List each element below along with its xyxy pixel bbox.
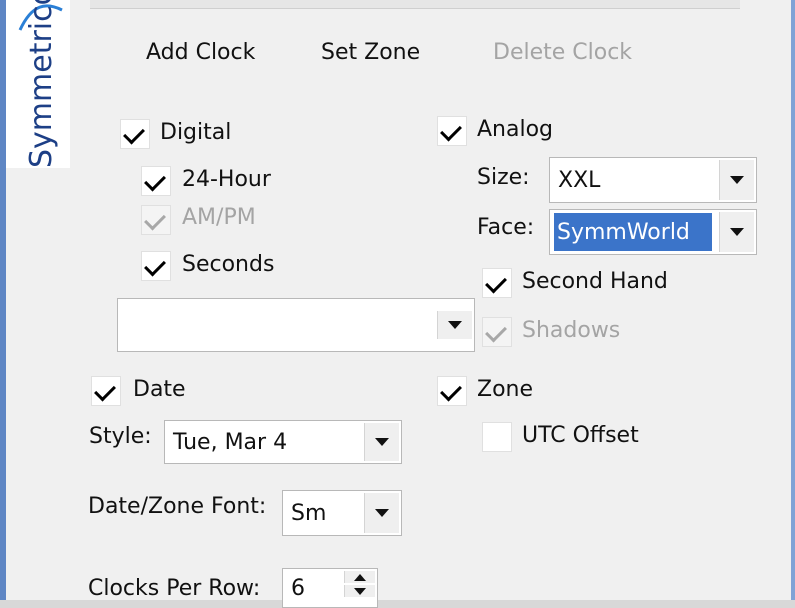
date-checkbox[interactable] [91, 376, 121, 406]
24-hour-checkbox[interactable] [141, 166, 171, 196]
checkmark-icon [144, 208, 166, 231]
delete-clock-button[interactable]: Delete Clock [493, 40, 632, 65]
spin-down-button[interactable] [344, 585, 375, 597]
set-zone-label: Set Zone [321, 40, 421, 65]
logo-panel: Symmetricom [6, 0, 70, 168]
chevron-down-icon [375, 509, 389, 517]
date-label: Date [133, 377, 186, 402]
chevron-up-icon [354, 573, 366, 581]
24-hour-label: 24-Hour [182, 167, 271, 192]
digital-checkbox[interactable] [120, 119, 150, 149]
date-zone-font-dropdown[interactable]: Sm [282, 490, 402, 536]
digital-font-dropdown[interactable] [117, 298, 475, 352]
dropdown-button[interactable] [437, 311, 472, 339]
style-label: Style: [89, 424, 152, 449]
checkmark-icon [123, 122, 145, 145]
checkmark-icon [94, 379, 116, 402]
seconds-checkbox[interactable] [141, 251, 171, 281]
ampm-checkbox[interactable] [141, 205, 171, 235]
seconds-label: Seconds [182, 252, 275, 277]
checkmark-icon [144, 169, 166, 192]
size-label: Size: [477, 165, 530, 190]
set-zone-button[interactable]: Set Zone [321, 40, 420, 65]
date-style-value: Tue, Mar 4 [173, 429, 288, 455]
add-clock-label: Add Clock [146, 40, 256, 65]
analog-checkbox[interactable] [437, 116, 467, 146]
second-hand-label: Second Hand [522, 269, 668, 294]
spin-up-button[interactable] [344, 571, 375, 583]
chevron-down-icon [730, 176, 744, 184]
chevron-down-icon [730, 228, 744, 236]
chevron-down-icon [375, 438, 389, 446]
chevron-down-icon [354, 587, 366, 595]
checkmark-icon [440, 379, 462, 402]
title-strip [90, 0, 740, 9]
add-clock-button[interactable]: Add Clock [146, 40, 255, 65]
zone-label: Zone [477, 377, 534, 402]
delete-clock-label: Delete Clock [493, 40, 633, 65]
checkmark-icon [440, 119, 462, 142]
logo-text: Symmetricom [24, 0, 59, 168]
face-value: SymmWorld [554, 213, 712, 251]
shadows-label: Shadows [522, 318, 621, 343]
dropdown-button[interactable] [364, 423, 399, 461]
zone-checkbox[interactable] [437, 376, 467, 406]
dropdown-button[interactable] [364, 493, 399, 533]
size-dropdown[interactable]: XXL [549, 157, 757, 203]
date-style-dropdown[interactable]: Tue, Mar 4 [164, 420, 402, 464]
chevron-down-icon [448, 321, 462, 329]
utc-offset-label: UTC Offset [522, 423, 639, 448]
ampm-label: AM/PM [182, 205, 256, 230]
face-dropdown[interactable]: SymmWorld [549, 209, 757, 255]
clocks-per-row-stepper[interactable]: 6 [282, 568, 378, 608]
size-value: XXL [558, 167, 601, 193]
second-hand-checkbox[interactable] [482, 268, 512, 298]
dropdown-button[interactable] [719, 160, 754, 200]
clocks-per-row-label: Clocks Per Row: [88, 576, 261, 601]
analog-label: Analog [477, 117, 554, 142]
date-zone-font-value: Sm [291, 500, 327, 526]
dropdown-button[interactable] [719, 212, 754, 252]
checkmark-icon [485, 320, 507, 343]
utc-offset-checkbox[interactable] [482, 422, 512, 452]
checkmark-icon [144, 254, 166, 277]
shadows-checkbox[interactable] [482, 317, 512, 347]
checkmark-icon [485, 271, 507, 294]
date-zone-font-label: Date/Zone Font: [88, 494, 267, 519]
clocks-per-row-value: 6 [291, 575, 305, 601]
face-label: Face: [477, 215, 535, 240]
window-frame-right [791, 0, 795, 600]
digital-label: Digital [160, 120, 232, 145]
